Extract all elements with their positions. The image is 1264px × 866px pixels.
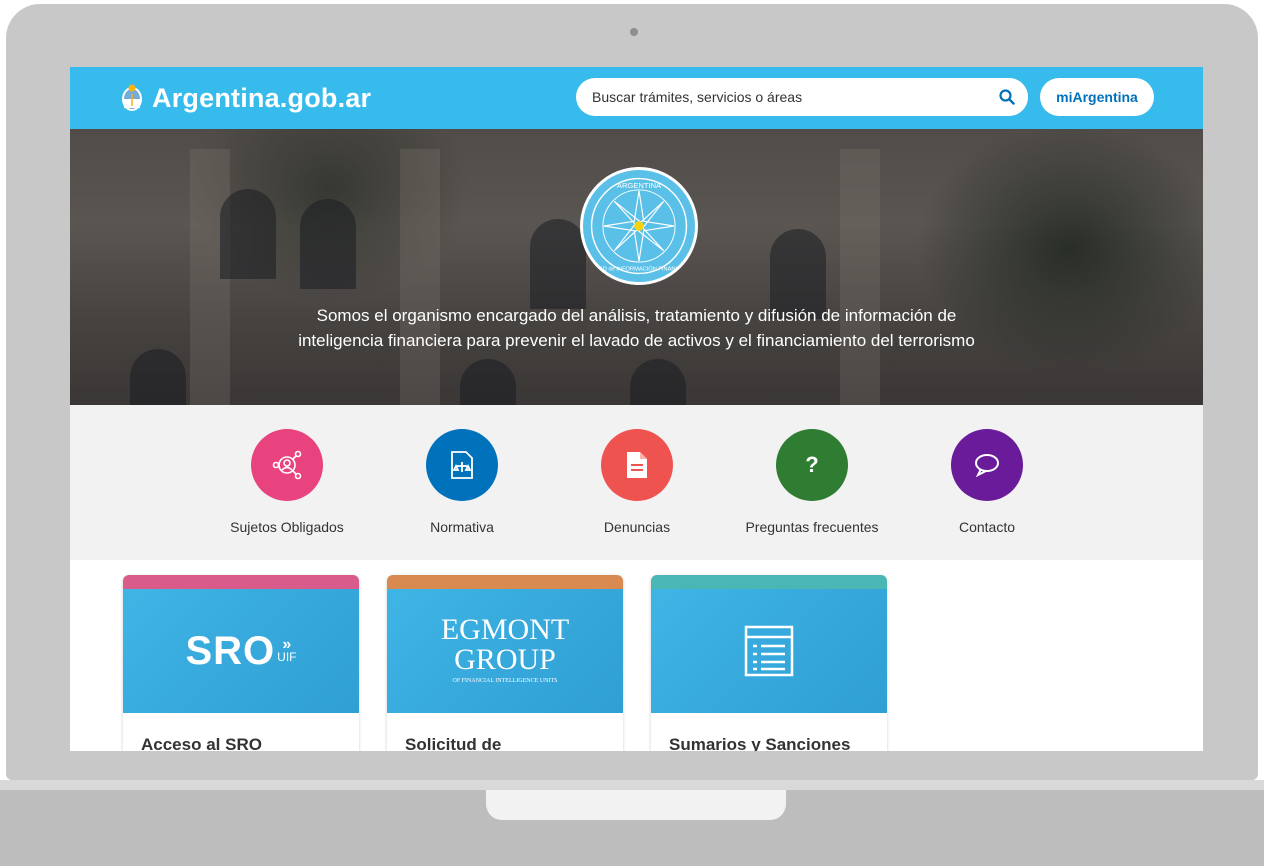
- uif-seal-logo: ARGENTINA UNIDAD de INFORMACIÓN FINANCIE…: [580, 167, 698, 285]
- sro-uif-logo: SRO » UIF: [185, 629, 296, 674]
- card-title: Sumarios y Sanciones: [669, 735, 851, 751]
- quick-link-denuncias[interactable]: Denuncias: [552, 429, 722, 535]
- quick-link-contacto[interactable]: Contacto: [902, 429, 1072, 535]
- card-color-strip: [387, 575, 623, 589]
- card-sumarios-sanciones[interactable]: Sumarios y Sanciones: [651, 575, 887, 751]
- search-button[interactable]: [986, 78, 1028, 116]
- hero-banner: ARGENTINA UNIDAD de INFORMACIÓN FINANCIE…: [70, 129, 1203, 405]
- browser-viewport: Argentina.gob.ar miArgentina: [70, 67, 1203, 751]
- card-image: [651, 589, 887, 713]
- egmont-group-logo: EGMONT GROUP OF FINANCIAL INTELLIGENCE U…: [441, 615, 569, 687]
- seal-text-top: ARGENTINA: [617, 181, 662, 190]
- card-acceso-sro[interactable]: SRO » UIF Acceso al SRO: [123, 575, 359, 751]
- document-icon: [601, 429, 673, 501]
- quick-link-sujetos-obligados[interactable]: Sujetos Obligados: [202, 429, 372, 535]
- quick-link-label: Sujetos Obligados: [230, 519, 344, 535]
- search-icon: [999, 89, 1015, 105]
- card-solicitud[interactable]: EGMONT GROUP OF FINANCIAL INTELLIGENCE U…: [387, 575, 623, 751]
- quick-link-label: Denuncias: [603, 519, 671, 535]
- quick-link-normativa[interactable]: Normativa: [377, 429, 547, 535]
- egmont-logo-line: EGMONT: [440, 613, 570, 646]
- card-image: EGMONT GROUP OF FINANCIAL INTELLIGENCE U…: [387, 589, 623, 713]
- camera-icon: [630, 28, 638, 36]
- search-input[interactable]: [576, 78, 986, 116]
- quick-link-label: Normativa: [430, 519, 494, 535]
- question-icon: ?: [776, 429, 848, 501]
- law-document-icon: [426, 429, 498, 501]
- card-color-strip: [123, 575, 359, 589]
- site-name: Argentina.gob.ar: [152, 82, 372, 113]
- hero-description-line: inteligencia financiera para prevenir el…: [298, 331, 975, 350]
- hero-description-line: Somos el organismo encargado del análisi…: [316, 306, 957, 325]
- search-bar: [576, 78, 1028, 116]
- sro-logo-text: SRO: [185, 628, 276, 673]
- chat-bubble-icon: [951, 429, 1023, 501]
- quick-link-label: Contacto: [958, 519, 1016, 535]
- miargentina-button[interactable]: miArgentina: [1040, 78, 1154, 116]
- list-document-icon: [744, 625, 794, 677]
- card-color-strip: [651, 575, 887, 589]
- laptop-notch: [486, 790, 786, 820]
- card-title: Acceso al SRO: [141, 735, 262, 751]
- uif-logo-text: UIF: [277, 650, 297, 664]
- people-network-icon: [251, 429, 323, 501]
- coat-of-arms-icon: [122, 84, 142, 111]
- card-image: SRO » UIF: [123, 589, 359, 713]
- quick-link-preguntas-frecuentes[interactable]: ? Preguntas frecuentes: [727, 429, 897, 535]
- quick-link-label: Preguntas frecuentes: [745, 519, 879, 535]
- card-title: Solicitud de: [405, 735, 502, 751]
- site-logo[interactable]: Argentina.gob.ar: [120, 79, 371, 117]
- egmont-logo-subtitle: OF FINANCIAL INTELLIGENCE UNITS: [452, 678, 558, 684]
- egmont-logo-line: GROUP: [454, 643, 556, 676]
- top-navbar: Argentina.gob.ar miArgentina: [70, 67, 1203, 129]
- quick-links-bar: Sujetos Obligados Normativa Denuncias ? …: [70, 405, 1203, 560]
- hero-description: Somos el organismo encargado del análisi…: [70, 303, 1203, 353]
- laptop-hinge: [0, 780, 1264, 790]
